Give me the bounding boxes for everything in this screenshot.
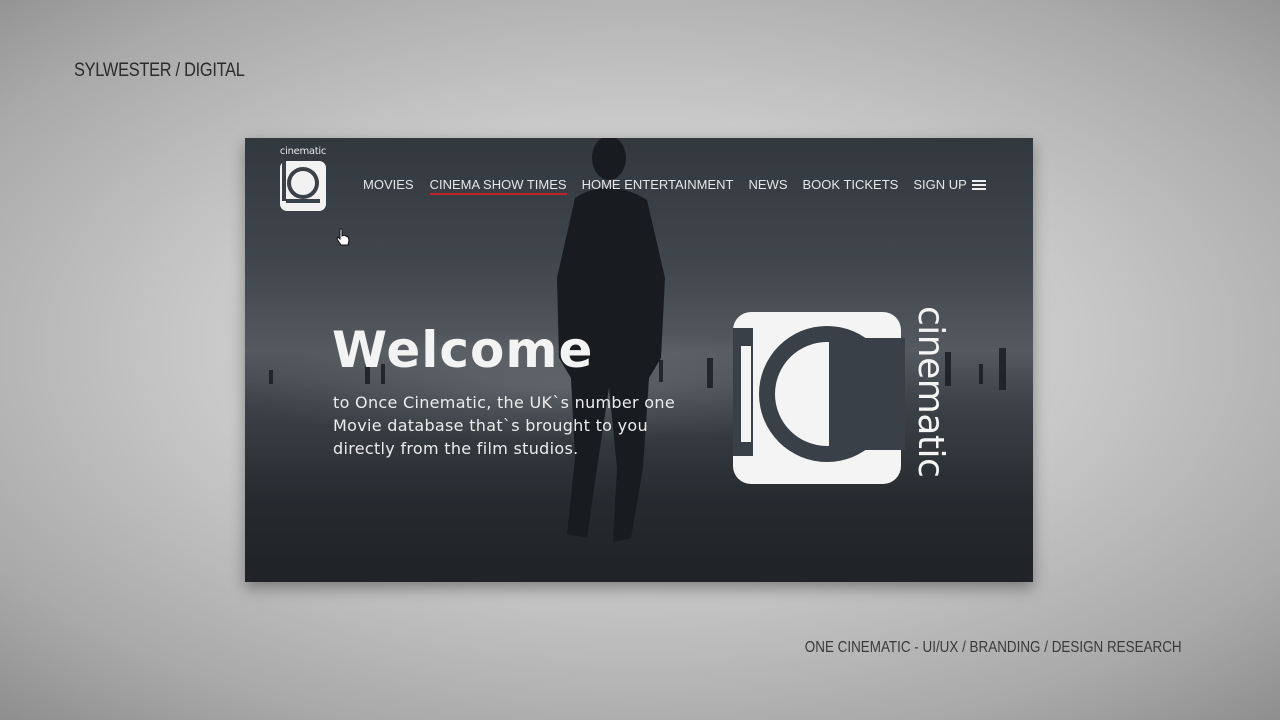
nav-item-book-tickets[interactable]: BOOK TICKETS	[803, 177, 899, 195]
nav-item-home-entertainment[interactable]: HOME ENTERTAINMENT	[582, 177, 734, 195]
hero-text-line-3: directly from the film studios.	[333, 439, 579, 458]
nav-item-news[interactable]: NEWS	[749, 177, 788, 195]
header-logo-icon	[280, 161, 326, 211]
hamburger-menu-icon[interactable]	[972, 180, 986, 192]
hero-brand-logo: cinematic	[733, 306, 951, 484]
slide-corner-label: SYLWESTER / DIGITAL	[74, 60, 245, 81]
hero-welcome-text: to Once Cinematic, the UK`s number one M…	[333, 391, 713, 460]
hand-pointer-icon	[336, 228, 350, 246]
hero-text-line-1: to Once Cinematic, the UK`s number one	[333, 393, 675, 412]
hero-welcome-title: Welcome	[332, 321, 594, 379]
nav-item-movies[interactable]: MOVIES	[363, 177, 414, 195]
slide-footer-label: ONE CINEMATIC - UI/UX / BRANDING / DESIG…	[805, 639, 1182, 656]
hero-brand-wordmark: cinematic	[910, 306, 951, 477]
nav-item-sign-up[interactable]: SIGN UP	[913, 177, 966, 195]
nav-item-cinema-show-times[interactable]: CINEMA SHOW TIMES	[429, 177, 567, 195]
header-logo-wordmark: cinematic	[279, 146, 327, 157]
main-navigation: MOVIES CINEMA SHOW TIMES HOME ENTERTAINM…	[363, 177, 967, 195]
hero-text-line-2: Movie database that`s brought to you	[333, 416, 648, 435]
header-logo[interactable]: cinematic	[273, 146, 333, 220]
website-screenshot-frame: cinematic MOVIES CINEMA SHOW TIMES HOME …	[245, 138, 1033, 582]
